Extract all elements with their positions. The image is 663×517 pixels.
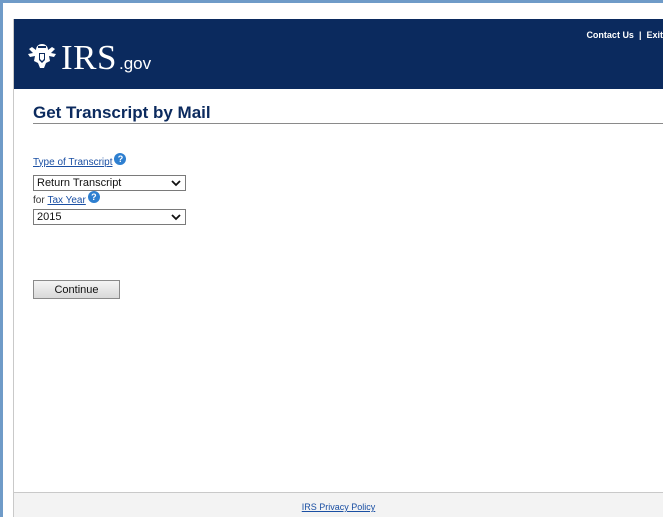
page-container: IRS .gov Contact Us | Exit Get Transcript … (13, 19, 663, 517)
for-label: for (33, 194, 45, 206)
browser-frame: IRS .gov Contact Us | Exit Get Transcript … (0, 0, 663, 517)
title-divider (33, 123, 663, 124)
chevron-down-icon (171, 180, 181, 187)
tax-year-value: 2015 (37, 211, 62, 223)
eagle-icon (28, 44, 56, 68)
transcript-type-value: Return Transcript (37, 177, 122, 189)
header-links: Contact Us | Exit (586, 30, 663, 40)
question-circle-icon[interactable]: ? (87, 191, 100, 203)
privacy-policy-row: IRS Privacy Policy (14, 502, 663, 512)
page-footer: IRS Privacy Policy (14, 492, 663, 517)
tax-year-select[interactable]: 2015 (33, 209, 186, 225)
link-separator: | (638, 30, 642, 40)
transcript-type-label-row: Type of Transcript ? (33, 153, 127, 168)
logo-domain: .gov (118, 54, 152, 73)
continue-button[interactable]: Continue (33, 280, 120, 299)
transcript-type-select[interactable]: Return Transcript (33, 175, 186, 191)
exit-link[interactable]: Exit (646, 30, 663, 40)
tax-year-label-row: for Tax Year ? (33, 191, 100, 206)
site-header: IRS .gov Contact Us | Exit (14, 19, 663, 89)
question-circle-icon[interactable]: ? (114, 153, 127, 165)
page-title: Get Transcript by Mail (33, 103, 211, 122)
contact-us-link[interactable]: Contact Us (586, 30, 634, 40)
chevron-down-icon (171, 214, 181, 221)
logo-text: IRS (61, 38, 117, 77)
tax-year-link[interactable]: Tax Year (47, 195, 85, 206)
privacy-policy-link[interactable]: IRS Privacy Policy (302, 502, 376, 512)
type-of-transcript-link[interactable]: Type of Transcript (33, 157, 112, 168)
irs-logo[interactable]: IRS .gov (26, 35, 151, 75)
